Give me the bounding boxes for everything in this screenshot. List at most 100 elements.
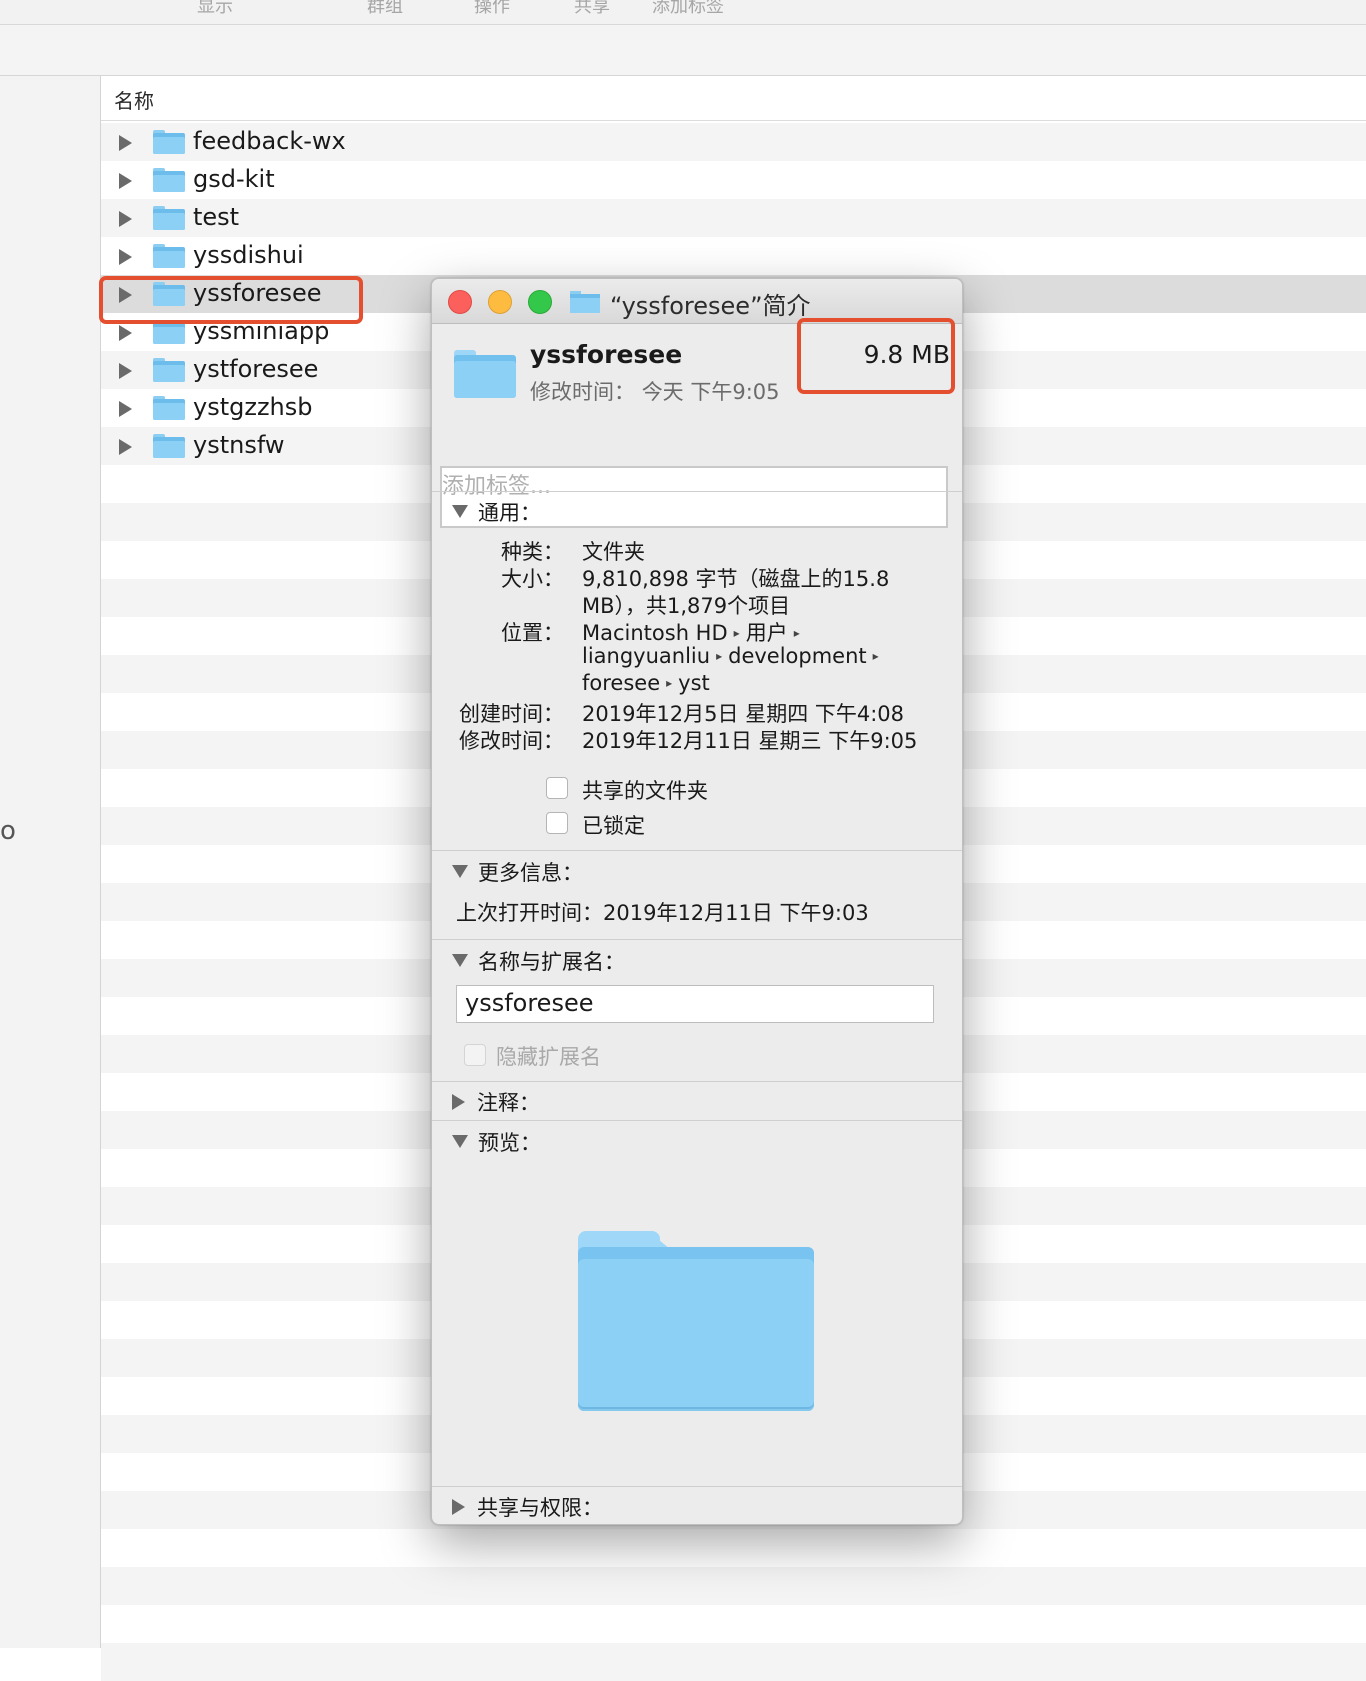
disclosure-open-icon [452,865,468,878]
file-row[interactable]: yssdishui [101,237,1366,275]
name-input-value: yssforesee [465,989,594,1017]
folder-icon [153,206,185,230]
info-modified-line: 修改时间： 今天 下午9:05 [530,376,780,406]
disclosure-triangle-icon[interactable] [119,173,132,189]
folder-icon [153,244,185,268]
list-stripe [101,1643,1366,1681]
disclosure-triangle-icon[interactable] [119,249,132,265]
shared-folder-label: 共享的文件夹 [582,779,708,803]
disclosure-closed-icon [452,1499,465,1515]
divider [432,850,962,851]
tags-placeholder: 添加标签... [442,474,551,499]
minimize-button[interactable] [488,290,512,314]
list-stripe [101,1529,1366,1567]
section-more-info-toggle[interactable]: 更多信息： [452,857,583,887]
column-header-name[interactable]: 名称 [101,76,1366,121]
divider [432,1120,962,1121]
section-preview-label: 预览： [478,1131,541,1155]
annotation-size-box [797,318,955,394]
created-label: 创建时间： [459,702,564,726]
window-title: “yssforesee”简介 [610,292,811,320]
section-name-ext-toggle[interactable]: 名称与扩展名： [452,946,625,976]
divider [432,939,962,940]
section-general-toggle[interactable]: 通用： [452,497,541,527]
kind-label: 种类： [501,540,564,564]
preview-folder-icon [578,1231,814,1411]
file-row-name: feedback-wx [193,127,346,155]
file-row-name: gsd-kit [193,165,275,193]
finder-sidebar: o [0,76,101,1648]
path-segment[interactable]: liangyuanliu [582,644,710,668]
get-info-window: “yssforesee”简介 yssforesee 修改时间： 今天 下午9:0… [431,278,963,1525]
info-modified-value: 今天 下午9:05 [641,380,780,404]
folder-icon [153,434,185,458]
modified-value: 2019年12月11日 星期三 下午9:05 [582,729,918,753]
file-row[interactable]: feedback-wx [101,123,1366,161]
section-general-label: 通用： [478,501,541,525]
finder-toolbar: 显示 群组 操作 共享 添加标签 [0,0,1366,25]
toolbar-view-button[interactable]: 显示 [197,0,233,18]
path-segment[interactable]: 用户 [746,621,788,645]
section-sharing-label: 共享与权限： [477,1496,603,1520]
where-line2: liangyuanliu ▸ development ▸ [582,644,885,668]
zoom-button[interactable] [528,290,552,314]
disclosure-triangle-icon[interactable] [119,439,132,455]
info-file-name: yssforesee [530,340,683,369]
section-comments-label: 注释： [477,1091,540,1115]
divider [432,1081,962,1082]
disclosure-open-icon [452,1135,468,1148]
file-row[interactable]: gsd-kit [101,161,1366,199]
path-segment[interactable]: development [728,644,867,668]
hide-extension-label: 隐藏扩展名 [496,1045,601,1069]
folder-icon [153,358,185,382]
shared-folder-checkbox[interactable] [546,777,568,799]
path-arrow-icon: ▸ [733,626,740,640]
list-stripe [101,1605,1366,1643]
last-opened: 上次打开时间：2019年12月11日 下午9:03 [456,901,869,925]
info-modified-label: 修改时间： [530,380,635,404]
size-label: 大小： [501,567,564,591]
annotation-selected-row-box [99,276,363,324]
disclosure-triangle-icon[interactable] [119,401,132,417]
section-preview-toggle[interactable]: 预览： [452,1127,541,1157]
list-stripe [101,1567,1366,1605]
hide-extension-checkbox[interactable] [464,1044,486,1066]
path-segment[interactable]: yst [678,671,710,695]
section-sharing-toggle[interactable]: 共享与权限： [452,1492,603,1522]
toolbar-action-button[interactable]: 操作 [474,0,510,18]
disclosure-triangle-icon[interactable] [119,325,132,341]
name-input[interactable]: yssforesee [456,985,934,1023]
disclosure-closed-icon [452,1094,465,1110]
toolbar-share-button[interactable]: 共享 [574,0,610,18]
toolbar-tags-button[interactable]: 添加标签 [652,0,724,18]
section-name-ext-label: 名称与扩展名： [478,950,625,974]
sidebar-item-fragment[interactable]: o [0,816,16,846]
disclosure-triangle-icon[interactable] [119,135,132,151]
path-segment[interactable]: foresee [582,671,660,695]
where-line1: Macintosh HD ▸ 用户 ▸ [582,617,806,647]
toolbar-group-button[interactable]: 群组 [367,0,403,18]
disclosure-triangle-icon[interactable] [119,211,132,227]
close-button[interactable] [448,290,472,314]
folder-icon [153,396,185,420]
path-arrow-icon: ▸ [716,649,723,663]
disclosure-open-icon [452,954,468,967]
size-detail-line2: MB），共1,879个项目 [582,594,791,618]
path-arrow-icon: ▸ [666,676,673,690]
file-row-name: ystgzzhsb [193,393,313,421]
disclosure-triangle-icon[interactable] [119,363,132,379]
locked-checkbox[interactable] [546,812,568,834]
file-row[interactable]: test [101,199,1366,237]
locked-label: 已锁定 [582,814,645,838]
folder-icon [454,350,516,398]
divider [432,491,962,492]
title-folder-icon [570,291,600,313]
path-segment[interactable]: Macintosh HD [582,621,728,645]
path-arrow-icon: ▸ [793,626,800,640]
disclosure-open-icon [452,505,468,518]
section-comments-toggle[interactable]: 注释： [452,1087,540,1117]
file-row-name: ystforesee [193,355,319,383]
file-row-name: ystnsfw [193,431,285,459]
file-row-name: yssdishui [193,241,304,269]
folder-icon [153,130,185,154]
